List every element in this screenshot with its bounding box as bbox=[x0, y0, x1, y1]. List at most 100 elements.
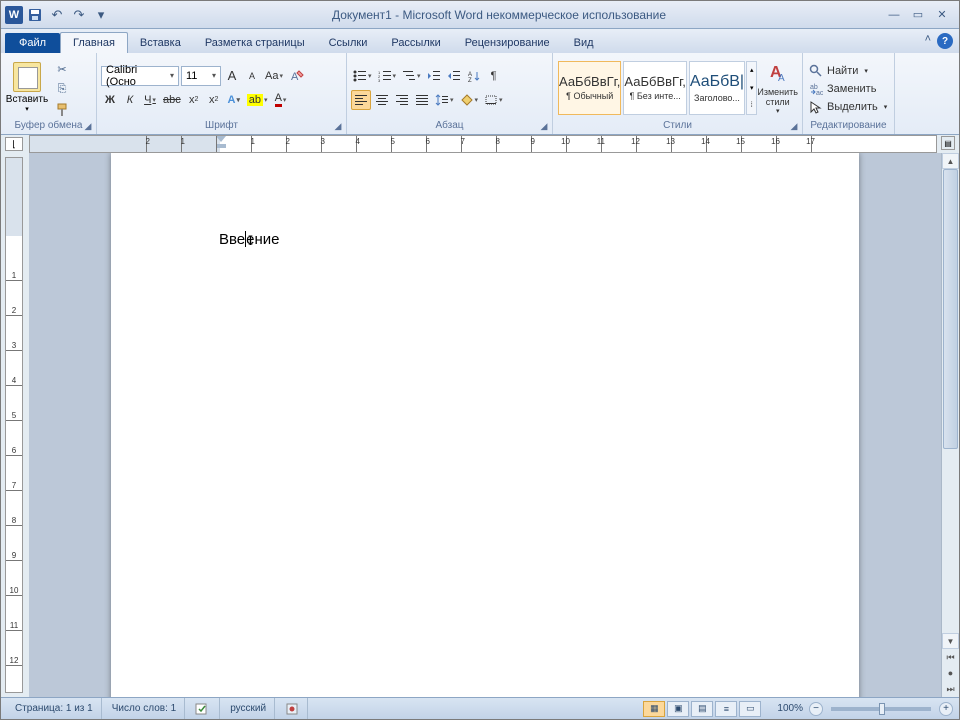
status-word-count[interactable]: Число слов: 1 bbox=[104, 698, 185, 719]
paste-icon bbox=[13, 62, 41, 92]
select-button[interactable]: Выделить▾ bbox=[807, 99, 890, 115]
change-case-icon[interactable]: Aa bbox=[263, 66, 285, 86]
grow-font-icon[interactable]: A bbox=[223, 66, 241, 86]
style-normal[interactable]: АаБбВвГг, ¶ Обычный bbox=[558, 61, 621, 115]
show-marks-icon[interactable]: ¶ bbox=[485, 66, 503, 86]
view-outline-icon[interactable]: ≡ bbox=[715, 701, 737, 717]
bullets-icon[interactable] bbox=[351, 66, 374, 86]
italic-button[interactable]: К bbox=[121, 90, 139, 110]
document-area[interactable]: Ввеение bbox=[29, 153, 941, 697]
line-spacing-icon[interactable] bbox=[433, 90, 456, 110]
zoom-slider[interactable] bbox=[831, 707, 931, 711]
minimize-button[interactable]: — bbox=[883, 7, 905, 23]
tab-mailings[interactable]: Рассылки bbox=[379, 33, 452, 53]
numbering-icon[interactable]: 123 bbox=[376, 66, 399, 86]
cut-icon[interactable]: ✂ bbox=[53, 62, 71, 78]
statusbar: Страница: 1 из 1 Число слов: 1 русский ▦… bbox=[1, 697, 959, 719]
superscript-button[interactable]: x2 bbox=[205, 90, 223, 110]
view-web-layout-icon[interactable]: ▤ bbox=[691, 701, 713, 717]
tab-home[interactable]: Главная bbox=[60, 32, 128, 53]
tab-review[interactable]: Рецензирование bbox=[453, 33, 562, 53]
bold-button[interactable]: Ж bbox=[101, 90, 119, 110]
paragraph-launcher-icon[interactable]: ◢ bbox=[538, 120, 550, 132]
scroll-track[interactable] bbox=[942, 169, 959, 633]
status-proofing-icon[interactable] bbox=[187, 698, 220, 719]
clear-formatting-icon[interactable]: A bbox=[287, 66, 307, 86]
text-effects-icon[interactable]: A bbox=[225, 90, 243, 110]
shading-icon[interactable] bbox=[458, 90, 481, 110]
tab-view[interactable]: Вид bbox=[562, 33, 606, 53]
highlight-icon[interactable]: ab bbox=[245, 90, 270, 110]
paste-button[interactable]: Вставить ▾ bbox=[5, 62, 49, 113]
replace-button[interactable]: abac Заменить bbox=[807, 81, 890, 97]
page[interactable]: Ввеение bbox=[111, 153, 859, 697]
align-left-icon[interactable] bbox=[351, 90, 371, 110]
group-styles: АаБбВвГг, ¶ Обычный АаБбВвГг, ¶ Без инте… bbox=[553, 53, 803, 134]
prev-page-icon[interactable]: ⏮ bbox=[942, 649, 959, 665]
font-launcher-icon[interactable]: ◢ bbox=[332, 120, 344, 132]
browse-object-icon[interactable]: ● bbox=[942, 665, 959, 681]
close-button[interactable]: ✕ bbox=[931, 7, 953, 23]
help-icon[interactable]: ? bbox=[937, 33, 953, 49]
tab-file[interactable]: Файл bbox=[5, 33, 60, 53]
qat-save-icon[interactable] bbox=[25, 5, 45, 25]
svg-text:A: A bbox=[778, 73, 785, 84]
select-icon bbox=[809, 100, 823, 114]
style-no-spacing[interactable]: АаБбВвГг, ¶ Без инте... bbox=[623, 61, 686, 115]
tab-page-layout[interactable]: Разметка страницы bbox=[193, 33, 317, 53]
horizontal-ruler[interactable]: 21 123 456 789 101112 131415 1617 bbox=[29, 135, 937, 153]
font-color-icon[interactable]: A bbox=[272, 90, 290, 110]
underline-button[interactable]: Ч bbox=[141, 90, 159, 110]
status-language[interactable]: русский bbox=[222, 698, 275, 719]
align-center-icon[interactable] bbox=[373, 90, 391, 110]
view-full-screen-icon[interactable]: ▣ bbox=[667, 701, 689, 717]
copy-icon[interactable]: ⎘ bbox=[53, 82, 71, 98]
styles-gallery-expand[interactable]: ▴▾⁞ bbox=[746, 61, 757, 115]
font-name-combo[interactable]: Calibri (Осно▾ bbox=[101, 66, 179, 86]
zoom-level[interactable]: 100% bbox=[773, 703, 807, 714]
zoom-slider-thumb[interactable] bbox=[879, 703, 885, 715]
status-page[interactable]: Страница: 1 из 1 bbox=[7, 698, 102, 719]
align-justify-icon[interactable] bbox=[413, 90, 431, 110]
next-page-icon[interactable]: ⏭ bbox=[942, 681, 959, 697]
qat-undo-icon[interactable]: ↶ bbox=[47, 5, 67, 25]
scroll-down-icon[interactable]: ▼ bbox=[942, 633, 959, 649]
view-draft-icon[interactable]: ▭ bbox=[739, 701, 761, 717]
increase-indent-icon[interactable] bbox=[445, 66, 463, 86]
tab-references[interactable]: Ссылки bbox=[317, 33, 380, 53]
zoom-in-button[interactable]: + bbox=[939, 702, 953, 716]
maximize-button[interactable]: ▭ bbox=[907, 7, 929, 23]
document-text[interactable]: Ввеение bbox=[219, 231, 751, 249]
ruler-toggle-icon[interactable]: ▤ bbox=[941, 136, 955, 150]
qat-redo-icon[interactable]: ↷ bbox=[69, 5, 89, 25]
decrease-indent-icon[interactable] bbox=[425, 66, 443, 86]
sort-icon[interactable]: AZ bbox=[465, 66, 483, 86]
subscript-button[interactable]: x2 bbox=[185, 90, 203, 110]
borders-icon[interactable] bbox=[482, 90, 505, 110]
scroll-thumb[interactable] bbox=[943, 169, 958, 449]
tab-selector-icon[interactable]: ⌊ bbox=[5, 137, 23, 151]
status-macro-icon[interactable] bbox=[277, 698, 308, 719]
change-styles-button[interactable]: AA Изменить стили ▾ bbox=[757, 61, 798, 115]
format-painter-icon[interactable] bbox=[53, 102, 71, 118]
shrink-font-icon[interactable]: A bbox=[243, 66, 261, 86]
find-button[interactable]: Найти▾ bbox=[807, 63, 890, 79]
change-styles-icon: AA bbox=[766, 61, 790, 85]
vertical-ruler[interactable]: 1 2 3 4 5 6 7 8 9 10 11 12 bbox=[1, 153, 29, 697]
word-app-icon[interactable]: W bbox=[5, 6, 23, 24]
vertical-scrollbar[interactable]: ▲ ▼ ⏮ ● ⏭ bbox=[941, 153, 959, 697]
strikethrough-button[interactable]: abc bbox=[161, 90, 183, 110]
font-size-combo[interactable]: 11▾ bbox=[181, 66, 221, 86]
multilevel-list-icon[interactable] bbox=[400, 66, 423, 86]
style-heading1[interactable]: АаБбВ| Заголово... bbox=[689, 61, 745, 115]
scroll-up-icon[interactable]: ▲ bbox=[942, 153, 959, 169]
styles-launcher-icon[interactable]: ◢ bbox=[788, 120, 800, 132]
ribbon-minimize-icon[interactable]: ˄ bbox=[925, 33, 931, 49]
qat-customize-icon[interactable]: ▾ bbox=[91, 5, 111, 25]
zoom-out-button[interactable]: − bbox=[809, 702, 823, 716]
ribbon-tabs: Файл Главная Вставка Разметка страницы С… bbox=[1, 29, 959, 53]
tab-insert[interactable]: Вставка bbox=[128, 33, 193, 53]
align-right-icon[interactable] bbox=[393, 90, 411, 110]
clipboard-launcher-icon[interactable]: ◢ bbox=[82, 120, 94, 132]
view-print-layout-icon[interactable]: ▦ bbox=[643, 701, 665, 717]
